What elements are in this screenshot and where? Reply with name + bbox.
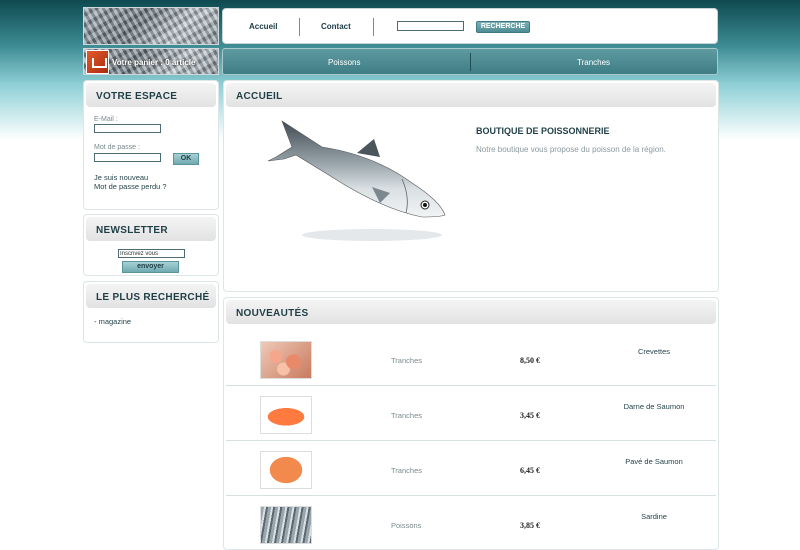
popular-panel: LE PLUS RECHERCHÉ - magazine — [83, 281, 219, 343]
product-row[interactable]: Tranches 8,50 € Crevettes — [226, 332, 716, 386]
product-name[interactable]: Sardine — [599, 512, 709, 521]
popular-title: LE PLUS RECHERCHÉ — [86, 284, 216, 308]
new-products-panel: NOUVEAUTÉS Tranches 8,50 € Crevettes Tra… — [223, 297, 719, 550]
cart-bar[interactable]: Votre panier : 0 article — [83, 48, 219, 75]
category-poissons[interactable]: Poissons — [328, 58, 360, 67]
product-thumbnail[interactable] — [260, 341, 312, 379]
register-link[interactable]: Je suis nouveau — [94, 173, 148, 182]
nav-separator — [299, 18, 300, 36]
search-input[interactable] — [397, 21, 464, 31]
newsletter-title: NEWSLETTER — [86, 217, 216, 241]
category-tranches[interactable]: Tranches — [577, 58, 610, 67]
top-nav: Accueil Contact RECHERCHE — [222, 8, 718, 44]
product-row[interactable]: Tranches 6,45 € Pavé de Saumon — [226, 442, 716, 496]
home-title: ACCUEIL — [226, 83, 716, 107]
popular-item-magazine[interactable]: - magazine — [94, 317, 131, 326]
tuna-fish-image — [267, 120, 446, 241]
password-label: Mot de passe : — [94, 144, 140, 151]
product-category: Tranches — [391, 356, 422, 365]
lost-password-link[interactable]: Mot de passe perdu ? — [94, 182, 167, 191]
newsletter-send-button[interactable]: envoyer — [122, 261, 179, 273]
product-category: Tranches — [391, 411, 422, 420]
product-price: 8,50 € — [520, 356, 540, 365]
password-field[interactable] — [94, 153, 161, 162]
login-ok-button[interactable]: OK — [173, 153, 199, 165]
search-button[interactable]: RECHERCHE — [476, 21, 530, 33]
new-products-title: NOUVEAUTÉS — [226, 300, 716, 324]
product-name[interactable]: Crevettes — [599, 347, 709, 356]
category-separator — [470, 53, 471, 71]
email-field[interactable] — [94, 124, 161, 133]
product-name[interactable]: Darne de Saumon — [599, 402, 709, 411]
product-category: Poissons — [391, 521, 422, 530]
category-nav: Poissons Tranches — [222, 48, 718, 75]
product-thumbnail[interactable] — [260, 506, 312, 544]
email-label: E-Mail : — [94, 116, 118, 123]
newsletter-panel: NEWSLETTER envoyer — [83, 214, 219, 276]
shop-description: Notre boutique vous propose du poisson d… — [476, 145, 666, 154]
newsletter-input[interactable] — [118, 249, 185, 258]
product-price: 3,45 € — [520, 411, 540, 420]
product-price: 3,85 € — [520, 521, 540, 530]
product-category: Tranches — [391, 466, 422, 475]
product-thumbnail[interactable] — [260, 451, 312, 489]
nav-accueil[interactable]: Accueil — [249, 22, 277, 31]
cart-status: Votre panier : 0 article — [112, 58, 196, 67]
nav-separator — [373, 18, 374, 36]
shop-title: BOUTIQUE DE POISSONNERIE — [476, 126, 610, 136]
product-price: 6,45 € — [520, 466, 540, 475]
product-thumbnail[interactable] — [260, 396, 312, 434]
login-panel: VOTRE ESPACE E-Mail : Mot de passe : OK … — [83, 80, 219, 210]
cart-icon — [86, 50, 109, 74]
home-panel: ACCUEIL BOUTIQUE DE POISSONNERIE Notre b… — [223, 80, 719, 292]
product-row[interactable]: Poissons 3,85 € Sardine — [226, 497, 716, 550]
site-logo[interactable] — [83, 7, 219, 45]
product-row[interactable]: Tranches 3,45 € Darne de Saumon — [226, 387, 716, 441]
login-panel-title: VOTRE ESPACE — [86, 83, 216, 107]
product-name[interactable]: Pavé de Saumon — [599, 457, 709, 466]
nav-contact[interactable]: Contact — [321, 22, 351, 31]
